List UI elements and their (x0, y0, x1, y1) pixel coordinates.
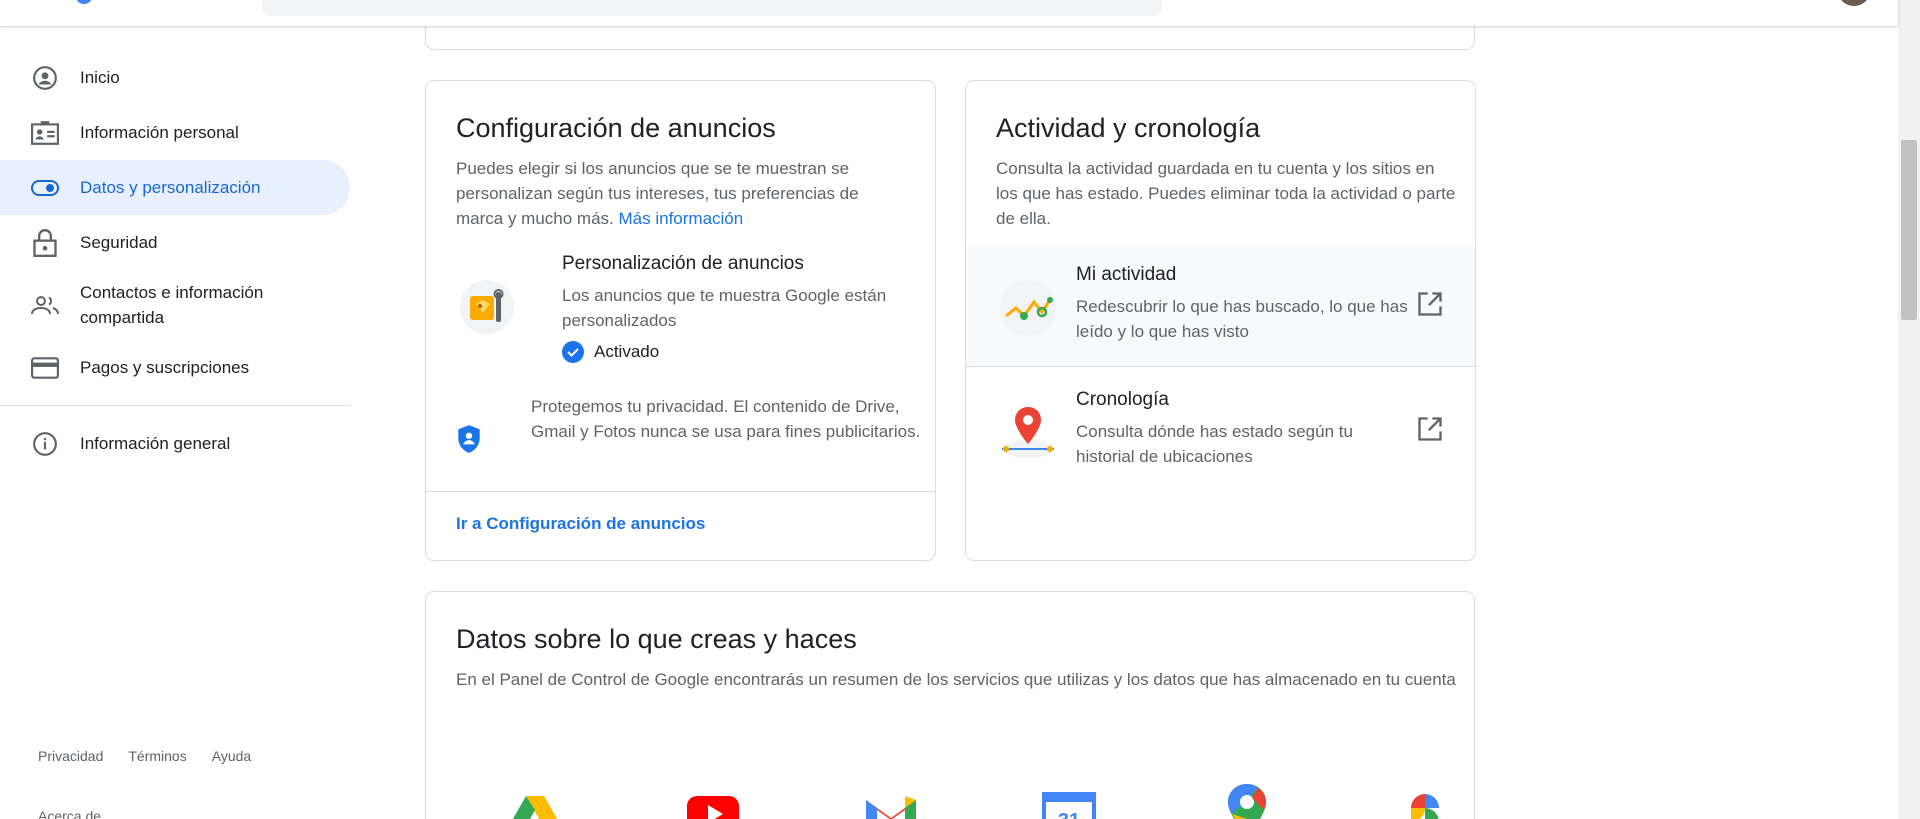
sidebar-item-label: Datos y personalización (80, 178, 261, 197)
card-description: Consulta la actividad guardada en tu cue… (996, 159, 1456, 228)
sidebar-item-label: Información general (80, 434, 231, 453)
search-bar[interactable] (262, 0, 1162, 16)
card-divider (966, 366, 1475, 367)
ad-personalization-illustration (460, 280, 514, 334)
product-icons-row: 31 (506, 782, 1454, 819)
my-activity-row[interactable]: Mi actividad Redescubrir lo que has busc… (966, 246, 1475, 366)
map-pin-icon (998, 403, 1058, 463)
sidebar-divider (0, 405, 350, 406)
more-info-link[interactable]: Más información (619, 209, 744, 228)
privacy-link[interactable]: Privacidad (38, 748, 103, 764)
sidebar-item-label: Pagos y suscripciones (80, 358, 250, 377)
top-bar (0, 0, 1898, 26)
credit-card-icon (30, 353, 60, 383)
timeline-row[interactable]: Cronología Consulta dónde has estado seg… (966, 371, 1475, 491)
ad-personalization-row[interactable]: Personalización de anuncios Los anuncios… (456, 253, 916, 363)
footer-links: Privacidad Términos Ayuda (38, 748, 251, 764)
lock-icon (30, 228, 60, 258)
sidebar-item-security[interactable]: Seguridad (0, 215, 350, 270)
photos-icon[interactable] (1396, 782, 1454, 819)
sidebar-item-general-info[interactable]: Información general (0, 416, 350, 471)
youtube-icon[interactable] (684, 782, 742, 819)
check-circle-icon (562, 341, 584, 363)
status-badge: Activado (562, 341, 659, 363)
sidebar-item-payments[interactable]: Pagos y suscripciones (0, 340, 350, 395)
timeline-title: Cronología (1076, 389, 1169, 410)
card-title: Datos sobre lo que creas y haces (456, 624, 857, 654)
calendar-day-text: 31 (1058, 810, 1080, 819)
card-description: Puedes elegir si los anuncios que se te … (456, 156, 906, 231)
people-icon (30, 290, 60, 320)
sidebar-item-inicio[interactable]: Inicio (0, 50, 350, 105)
ad-personalization-title: Personalización de anuncios (562, 253, 804, 274)
activity-graph-icon (998, 278, 1058, 338)
toggle-icon (30, 173, 60, 203)
gmail-icon[interactable] (862, 782, 920, 819)
avatar[interactable] (1838, 0, 1870, 6)
home-circle-icon (30, 63, 60, 93)
card-title: Configuración de anuncios (456, 113, 776, 143)
ad-personalization-description: Los anuncios que te muestra Google es­tá… (562, 286, 887, 330)
sidebar-nav: Inicio Información personal Datos y pers… (0, 50, 352, 471)
terms-link[interactable]: Términos (128, 748, 186, 764)
sidebar-item-label: Información personal (80, 123, 239, 142)
info-icon (30, 429, 60, 459)
open-in-new-icon[interactable] (1416, 290, 1444, 318)
data-dashboard-card: Datos sobre lo que creas y haces En el P… (425, 591, 1475, 819)
timeline-description: Consulta dónde has estado según tu histo… (1076, 422, 1353, 466)
calendar-icon[interactable]: 31 (1040, 782, 1098, 819)
maps-icon[interactable] (1218, 782, 1276, 819)
id-card-icon (30, 118, 60, 148)
my-activity-description: Redescubrir lo que has buscado, lo que h… (1076, 297, 1408, 341)
ads-settings-card: Configuración de anuncios Puedes elegir … (425, 80, 936, 561)
google-logo-icon[interactable] (76, 0, 92, 4)
sidebar-item-label: Seguridad (80, 233, 158, 252)
card-description: En el Panel de Control de Google encontr… (456, 670, 1456, 689)
my-activity-title: Mi actividad (1076, 264, 1177, 285)
card-title: Actividad y cronología (996, 113, 1261, 143)
scrollbar-thumb[interactable] (1901, 140, 1917, 320)
status-text: Activado (594, 342, 660, 361)
card-divider (426, 491, 935, 492)
open-in-new-icon[interactable] (1416, 415, 1444, 443)
sidebar-item-contacts[interactable]: Contactos e información compartida (0, 270, 350, 340)
privacy-note-text: Protegemos tu privacidad. El contenido d… (531, 397, 921, 441)
shield-icon (456, 424, 482, 459)
help-link[interactable]: Ayuda (212, 748, 251, 764)
sidebar-item-personal-info[interactable]: Información personal (0, 105, 350, 160)
drive-icon[interactable] (506, 782, 564, 819)
sidebar-item-label: Contactos e información compartida (80, 283, 264, 327)
page-scrollbar[interactable] (1898, 0, 1920, 819)
about-link[interactable]: Acerca de (38, 808, 101, 819)
go-to-ads-settings-link[interactable]: Ir a Configuración de anuncios (456, 514, 705, 534)
activity-card: Actividad y cronología Consulta la activ… (965, 80, 1476, 561)
sidebar-item-data-personalization[interactable]: Datos y personalización (0, 160, 350, 215)
sidebar-item-label: Inicio (80, 68, 120, 87)
